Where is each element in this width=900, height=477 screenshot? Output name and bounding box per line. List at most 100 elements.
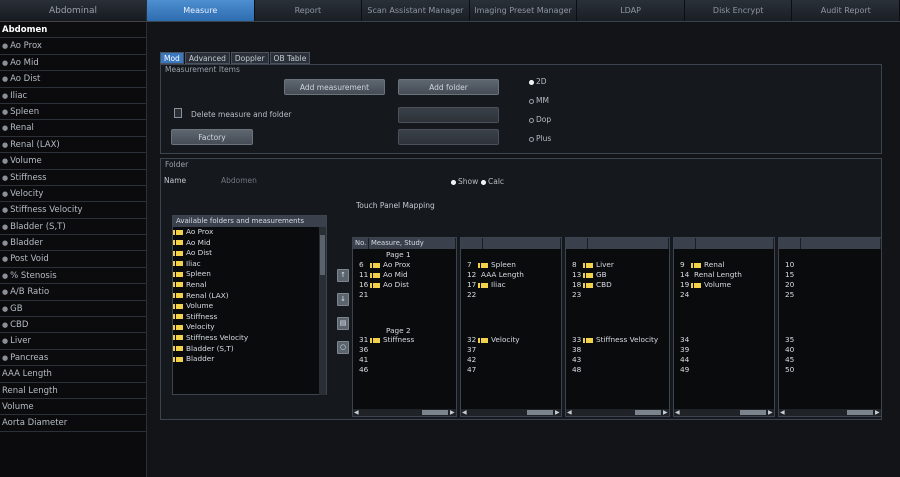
sidebar-header[interactable]: Abdomen [0, 22, 146, 39]
touch-panel-cell[interactable]: 37 [467, 345, 481, 354]
sidebar-item[interactable]: Aorta Diameter [0, 415, 146, 432]
sidebar-item[interactable]: ● Post Void [0, 251, 146, 268]
tab-4[interactable]: LDAP [577, 0, 685, 21]
list-item[interactable]: Spleen [173, 269, 326, 280]
touch-panel-cell[interactable]: 34 [680, 335, 694, 344]
move-down-button[interactable]: ↓ [337, 293, 349, 306]
horizontal-scrollbar[interactable]: ◀ ▶ [461, 409, 561, 416]
touch-panel-cell[interactable]: 16 Ao Dist [359, 280, 409, 289]
list-button[interactable]: ▤ [337, 317, 349, 330]
sidebar-item[interactable]: ● Spleen [0, 104, 146, 121]
folder-option-calc[interactable]: Calc [481, 177, 504, 186]
add-measurement-button[interactable]: Add measurement [284, 79, 385, 95]
sidebar-item[interactable]: ● Ao Prox [0, 38, 146, 55]
touch-panel-cell[interactable]: 9 Renal [680, 260, 724, 269]
factory-button[interactable]: Factory [171, 129, 253, 145]
list-item[interactable]: Volume [173, 301, 326, 312]
list-item[interactable]: Renal (LAX) [173, 291, 326, 302]
horizontal-scrollbar[interactable]: ◀ ▶ [353, 409, 456, 416]
list-item[interactable]: Ao Mid [173, 238, 326, 249]
list-item[interactable]: Bladder [173, 354, 326, 365]
touch-panel-cell[interactable]: 13 GB [572, 270, 607, 279]
move-up-button[interactable]: ↑ [337, 269, 349, 282]
touch-panel-cell[interactable]: 41 [359, 355, 373, 364]
tab-0[interactable]: Measure [147, 0, 255, 21]
sidebar-item[interactable]: ● Renal (LAX) [0, 137, 146, 154]
touch-panel-cell[interactable]: 39 [680, 345, 694, 354]
add-folder-button[interactable]: Add folder [398, 79, 499, 95]
mode-radio-0[interactable]: 2D [529, 77, 547, 86]
scroll-thumb[interactable] [320, 235, 325, 275]
touch-panel-cell[interactable]: 6 Ao Prox [359, 260, 410, 269]
touch-panel-cell[interactable]: 11 Ao Mid [359, 270, 408, 279]
touch-panel-cell[interactable]: 44 [680, 355, 694, 364]
touch-panel-cell[interactable]: 17 Iliac [467, 280, 506, 289]
folder-option-show[interactable]: Show [451, 177, 478, 186]
touch-panel-cell[interactable]: 12 AAA Length [467, 270, 524, 279]
sidebar-item[interactable]: ● Volume [0, 153, 146, 170]
scroll-right-icon[interactable]: ▶ [450, 409, 455, 416]
touch-panel-cell[interactable]: 18 CBD [572, 280, 612, 289]
subtab-1[interactable]: Advanced [184, 52, 230, 64]
horizontal-scrollbar[interactable]: ◀ ▶ [566, 409, 669, 416]
sidebar-title[interactable]: Abdominal [0, 0, 146, 22]
scroll-left-icon[interactable]: ◀ [354, 409, 359, 416]
list-item[interactable]: Ao Prox [173, 227, 326, 238]
sidebar-item[interactable]: ●% Stenosis [0, 268, 146, 285]
touch-panel-cell[interactable]: 10 [785, 260, 799, 269]
touch-panel-cell[interactable]: 40 [785, 345, 799, 354]
disabled-button-1[interactable] [398, 107, 499, 123]
clear-button[interactable]: ○ [337, 341, 349, 354]
touch-panel-cell[interactable]: 20 [785, 280, 799, 289]
touch-panel-cell[interactable]: 38 [572, 345, 586, 354]
sidebar-item[interactable]: ● Ao Dist [0, 71, 146, 88]
scroll-thumb[interactable] [422, 410, 448, 415]
tab-2[interactable]: Scan Assistant Manager [362, 0, 470, 21]
touch-panel-cell[interactable]: 15 [785, 270, 799, 279]
tab-1[interactable]: Report [254, 0, 363, 21]
touch-panel-cell[interactable]: 31 Stiffness [359, 335, 414, 344]
tab-6[interactable]: Audit Report [792, 0, 900, 21]
scroll-thumb[interactable] [527, 410, 553, 415]
mode-radio-1[interactable]: MM [529, 96, 549, 105]
touch-panel-cell[interactable]: 45 [785, 355, 799, 364]
scroll-left-icon[interactable]: ◀ [462, 409, 467, 416]
touch-panel-cell[interactable]: 42 [467, 355, 481, 364]
touch-panel-cell[interactable]: 46 [359, 365, 373, 374]
scroll-right-icon[interactable]: ▶ [768, 409, 773, 416]
touch-panel-cell[interactable]: 48 [572, 365, 586, 374]
touch-panel-cell[interactable]: 50 [785, 365, 799, 374]
mode-radio-3[interactable]: Plus [529, 134, 551, 143]
available-scrollbar[interactable] [319, 227, 326, 395]
list-item[interactable]: Velocity [173, 322, 326, 333]
sidebar-item[interactable]: Volume [0, 399, 146, 416]
tab-3[interactable]: Imaging Preset Manager [469, 0, 578, 21]
touch-panel-cell[interactable]: 23 [572, 290, 586, 299]
subtab-0[interactable]: Mod [160, 52, 184, 64]
touch-panel-cell[interactable]: 32 Velocity [467, 335, 520, 344]
sidebar-item[interactable]: ● CBD [0, 317, 146, 334]
mode-radio-2[interactable]: Dop [529, 115, 551, 124]
sidebar-item[interactable]: ● Liver [0, 333, 146, 350]
touch-panel-cell[interactable]: 14 Renal Length [680, 270, 742, 279]
horizontal-scrollbar[interactable]: ◀ ▶ [779, 409, 881, 416]
sidebar-item[interactable]: ● GB [0, 301, 146, 318]
touch-panel-cell[interactable]: 19 Volume [680, 280, 731, 289]
sidebar-item[interactable]: ● Velocity [0, 186, 146, 203]
touch-panel-cell[interactable]: 36 [359, 345, 373, 354]
disabled-button-2[interactable] [398, 129, 499, 145]
scroll-thumb[interactable] [740, 410, 766, 415]
touch-panel-cell[interactable]: 49 [680, 365, 694, 374]
list-item[interactable]: Stiffness Velocity [173, 333, 326, 344]
scroll-left-icon[interactable]: ◀ [567, 409, 572, 416]
folder-name-input[interactable]: Abdomen [221, 175, 341, 186]
touch-panel-cell[interactable]: 7 Spleen [467, 260, 516, 269]
list-item[interactable]: Bladder (S,T) [173, 344, 326, 355]
sidebar-item[interactable]: ● Stiffness Velocity [0, 202, 146, 219]
trash-icon[interactable] [174, 108, 182, 118]
sidebar-item[interactable]: ● Bladder (S,T) [0, 219, 146, 236]
touch-panel-cell[interactable]: 35 [785, 335, 799, 344]
touch-panel-cell[interactable]: 33 Stiffness Velocity [572, 335, 658, 344]
sidebar-item[interactable]: ● Bladder [0, 235, 146, 252]
sidebar-item[interactable]: ● A/B Ratio [0, 284, 146, 301]
